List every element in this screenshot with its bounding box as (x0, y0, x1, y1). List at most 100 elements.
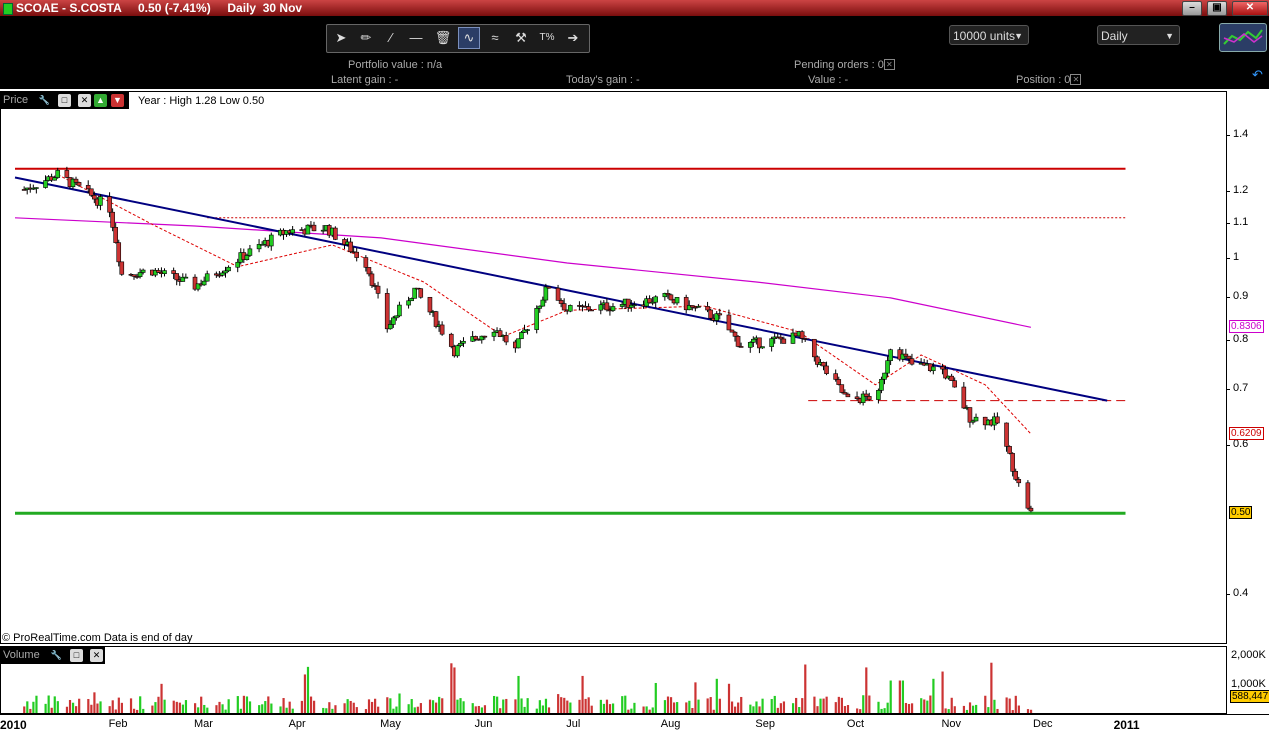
volume-bar (654, 682, 657, 713)
volume-bar (859, 709, 862, 713)
volume-bar (462, 701, 465, 713)
volume-bar (480, 707, 483, 713)
window-icon[interactable]: □ (58, 94, 71, 107)
close-icon[interactable]: ✕ (883, 59, 895, 70)
volume-bar (175, 701, 178, 713)
candle (799, 331, 805, 339)
date-tick-label: 2010 (0, 718, 27, 732)
units-select[interactable]: 10000 units ▼ (949, 25, 1029, 45)
period-select[interactable]: Daily ▼ (1097, 25, 1180, 45)
volume-bar (459, 698, 462, 713)
date-tick-label: Nov (941, 718, 962, 730)
trash-icon[interactable]: 🗑 (432, 27, 454, 49)
candle (546, 286, 552, 289)
horizontal-line-icon[interactable]: — (405, 27, 427, 49)
volume-bar (370, 701, 374, 713)
volume-bar (68, 699, 72, 713)
indicator-icon[interactable]: ∿ (458, 27, 480, 49)
close-icon[interactable]: ✕ (90, 649, 103, 662)
volume-bar (837, 696, 840, 713)
candle (244, 255, 250, 260)
volume-bar (1014, 695, 1017, 713)
volume-bar (435, 702, 438, 713)
volume-bar (325, 708, 328, 713)
volume-bar (968, 702, 972, 713)
tools-icon[interactable]: ⚒ (510, 27, 532, 49)
percent-icon[interactable]: T% (536, 27, 558, 49)
candle (369, 273, 375, 286)
volume-bar (392, 708, 395, 713)
close-button[interactable]: ✕ (1232, 1, 1268, 16)
candle (738, 346, 744, 348)
undo-icon[interactable]: ↶ (1252, 67, 1263, 83)
pointer-icon[interactable]: ➤ (330, 27, 352, 49)
date-tick-label: Aug (660, 718, 681, 730)
arrow-right-icon[interactable]: ➔ (562, 27, 584, 49)
volume-bar (663, 700, 667, 713)
volume-bar (471, 703, 474, 713)
chart-layout-icon[interactable] (1219, 23, 1267, 52)
chevron-down-icon: ▼ (1014, 31, 1023, 41)
volume-bar (840, 697, 843, 713)
volume-bar (474, 706, 477, 713)
price-tick (1227, 135, 1230, 136)
volume-bar (825, 696, 828, 713)
candle (290, 229, 295, 234)
line-icon[interactable]: ∕ (380, 27, 402, 49)
price-tick-label: 1.2 (1233, 184, 1249, 197)
title-bar: SCOAE - S.COSTA 0.50 (-7.41%) Daily 30 N… (0, 0, 1269, 16)
wrench-icon[interactable]: 🔧 (50, 649, 63, 662)
close-icon[interactable]: ✕ (1070, 74, 1082, 85)
candle (866, 396, 872, 400)
move-up-icon[interactable]: ▲ (94, 94, 107, 107)
volume-bar (910, 703, 914, 713)
volume-bar (334, 705, 337, 713)
volume-bar (151, 705, 154, 713)
volume-bar (163, 699, 166, 713)
candle (433, 311, 439, 327)
volume-bar (154, 702, 157, 713)
candle (473, 336, 478, 340)
candle (729, 329, 735, 333)
candle (55, 170, 61, 178)
volume-bar (75, 706, 78, 713)
volume-bar (312, 700, 316, 713)
volume-bar (920, 698, 923, 713)
candle (201, 280, 207, 286)
window-icon[interactable]: □ (70, 649, 83, 662)
price-tick-label: 0.8 (1233, 333, 1249, 346)
candle (747, 342, 753, 348)
wrench-icon[interactable]: 🔧 (38, 94, 51, 107)
volume-bar (676, 702, 679, 713)
volume-bar (584, 698, 587, 713)
volume-bar (32, 701, 35, 713)
volume-bar (627, 709, 630, 713)
volume-bar (248, 701, 252, 713)
restore-button[interactable]: ▣ (1207, 1, 1227, 16)
price-chart-pane[interactable]: Price 🔧 □ ✕ ▲ ▼ Year : High 1.28 Low 0.5… (0, 91, 1227, 644)
channel-icon[interactable]: ≈ (484, 27, 506, 49)
candle (821, 362, 826, 367)
candle (52, 177, 57, 181)
volume-bar (111, 700, 114, 713)
candle (406, 300, 411, 306)
candle (555, 287, 561, 301)
volume-pane[interactable]: Volume 🔧 □ ✕ (0, 646, 1227, 714)
volume-pane-header: Volume 🔧 □ ✕ (1, 647, 105, 664)
candle (1004, 422, 1009, 447)
minimize-button[interactable]: – (1182, 1, 1202, 16)
pencil-icon[interactable]: ✏ (355, 27, 377, 49)
candle (668, 294, 674, 301)
volume-pane-label: Volume (3, 649, 40, 661)
price-axis: 1.4 1.2 1.1 1 0.9 0.8 0.7 0.6 0.4 0.8306 0.6209 0.5… (1227, 91, 1269, 644)
drawing-tools: ➤ ✏ ∕ — 🗑 ∿ ≈ ⚒ T% ➔ (326, 24, 590, 53)
move-down-icon[interactable]: ▼ (111, 94, 124, 107)
close-icon[interactable]: ✕ (78, 94, 91, 107)
candle (88, 188, 94, 196)
volume-bar (413, 707, 416, 713)
price-value-tag: 0.8306 (1229, 320, 1264, 334)
volume-bar (962, 705, 966, 713)
candle (85, 185, 91, 190)
volume-bar (483, 705, 487, 713)
volume-bar (178, 702, 181, 713)
